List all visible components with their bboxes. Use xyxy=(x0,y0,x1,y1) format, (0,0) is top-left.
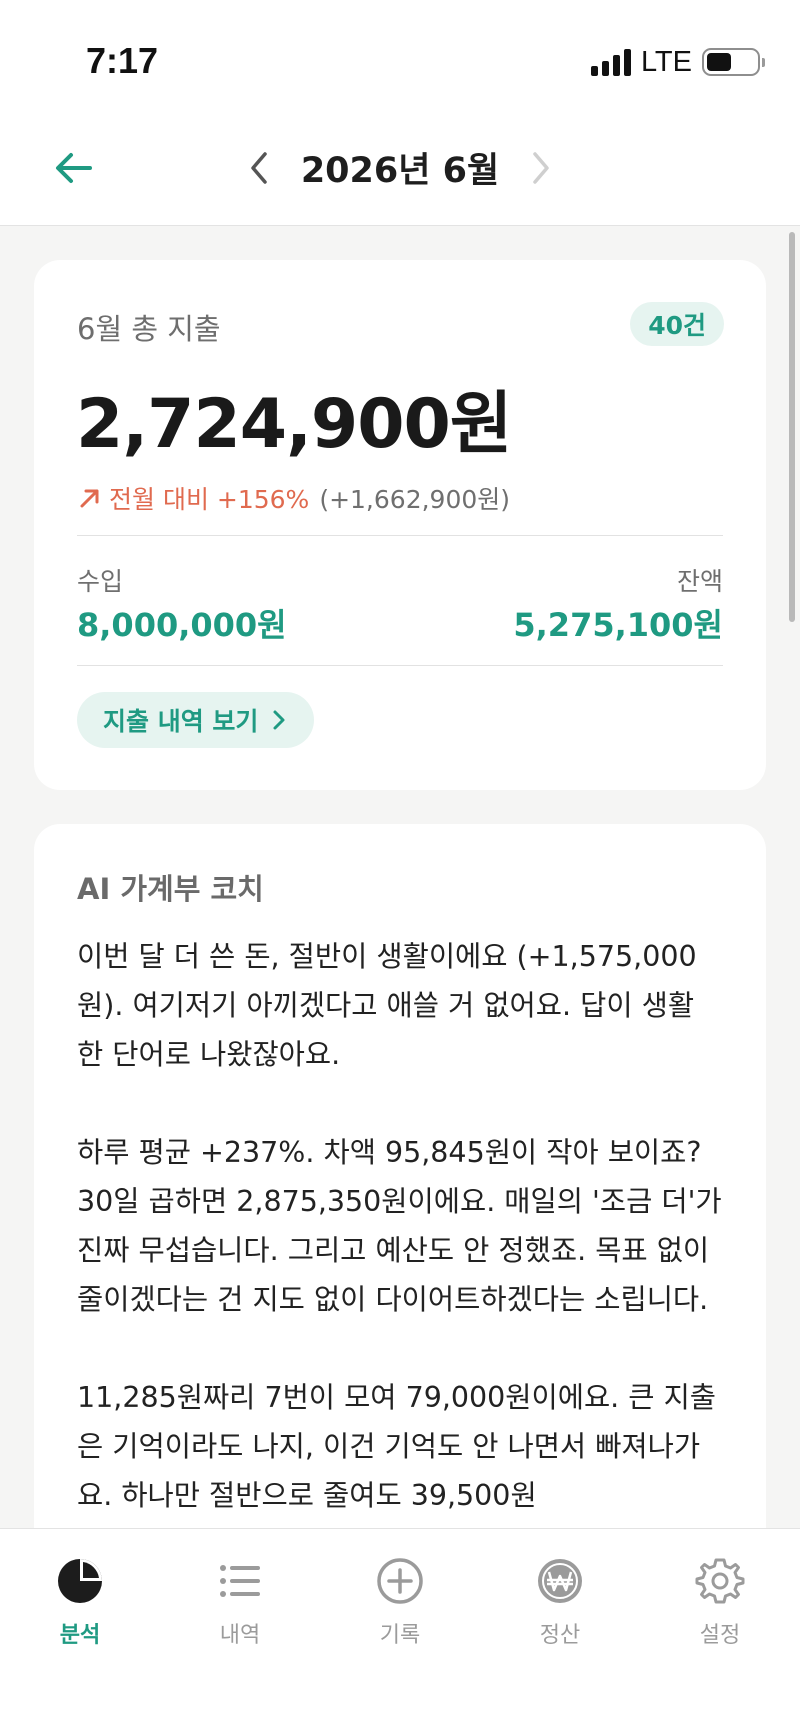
tab-label: 정산 xyxy=(539,1623,581,1648)
list-icon xyxy=(220,1565,260,1597)
scrollbar[interactable] xyxy=(789,232,795,622)
income-label: 수입 xyxy=(77,567,124,596)
battery-icon xyxy=(702,48,765,76)
month-comparison: 전월 대비 +156% (+1,662,900원) xyxy=(77,480,510,516)
signal-icon xyxy=(590,48,631,76)
comparison-percent: 전월 대비 +156% xyxy=(109,485,310,514)
divider xyxy=(77,665,723,666)
gear-icon xyxy=(695,1558,745,1604)
ai-coach-card: AI 가계부 코치 이번 달 더 쓴 돈, 절반이 생활이에요 (+1,575,… xyxy=(34,824,766,1584)
top-nav: 2026년 6월 xyxy=(0,120,800,226)
coach-title: AI 가계부 코치 xyxy=(77,872,264,906)
plus-circle-icon xyxy=(377,1558,423,1604)
pie-chart-icon xyxy=(58,1559,102,1603)
view-spending-history-button[interactable]: 지출 내역 보기 xyxy=(77,692,315,748)
status-time: 7:17 xyxy=(86,40,159,81)
arrow-up-right-icon xyxy=(80,489,99,508)
tab-analysis[interactable]: 분석 xyxy=(20,1555,140,1649)
spending-summary-card: 6월 총 지출 40건 2,724,900원 전월 대비 +156% (+1,6… xyxy=(34,260,766,790)
network-type: LTE xyxy=(640,45,692,78)
balance-value: 5,275,100원 xyxy=(513,606,723,644)
summary-label: 6월 총 지출 xyxy=(77,312,221,346)
balance-label: 잔액 xyxy=(676,567,723,596)
coach-paragraph: 하루 평균 +237%. 차액 95,845원이 작아 보이죠? 30일 곱하면… xyxy=(77,1136,722,1316)
comparison-difference: (+1,662,900원) xyxy=(319,485,511,514)
chevron-left-icon xyxy=(251,151,267,184)
month-navigator: 2026년 6월 xyxy=(0,142,800,193)
coach-message: 이번 달 더 쓴 돈, 절반이 생활이에요 (+1,575,000원). 여기저… xyxy=(77,932,728,1569)
history-button-label: 지출 내역 보기 xyxy=(103,707,259,736)
page-title: 2026년 6월 xyxy=(300,151,500,191)
tab-settings[interactable]: 설정 xyxy=(660,1555,780,1649)
coach-paragraph: 11,285원짜리 7번이 모여 79,000원이에요. 큰 지출은 기억이라도… xyxy=(77,1381,717,1512)
won-coin-icon xyxy=(538,1559,582,1603)
tab-label: 설정 xyxy=(699,1623,741,1648)
tab-history[interactable]: 내역 xyxy=(180,1555,300,1649)
coach-paragraph: 이번 달 더 쓴 돈, 절반이 생활이에요 (+1,575,000원). 여기저… xyxy=(77,940,697,1071)
income-value: 8,000,000원 xyxy=(77,606,287,644)
divider xyxy=(77,535,723,536)
transaction-count-badge: 40건 xyxy=(630,302,724,346)
status-indicators: LTE xyxy=(590,44,765,80)
prev-month-button[interactable] xyxy=(239,144,279,192)
tab-label: 내역 xyxy=(219,1623,261,1648)
tab-label: 분석 xyxy=(59,1623,101,1648)
next-month-button[interactable] xyxy=(521,144,561,192)
chevron-right-icon xyxy=(273,710,285,730)
total-spending-amount: 2,724,900원 xyxy=(76,385,512,464)
bottom-tab-bar: 분석 내역 기록 정산 설정 xyxy=(0,1528,800,1732)
tab-label: 기록 xyxy=(379,1623,421,1648)
tab-settlement[interactable]: 정산 xyxy=(500,1555,620,1649)
trend-indicator: 전월 대비 +156% xyxy=(77,480,309,516)
chevron-right-icon xyxy=(533,151,549,184)
tab-record[interactable]: 기록 xyxy=(340,1555,460,1649)
status-bar: 7:17 LTE xyxy=(0,0,800,120)
